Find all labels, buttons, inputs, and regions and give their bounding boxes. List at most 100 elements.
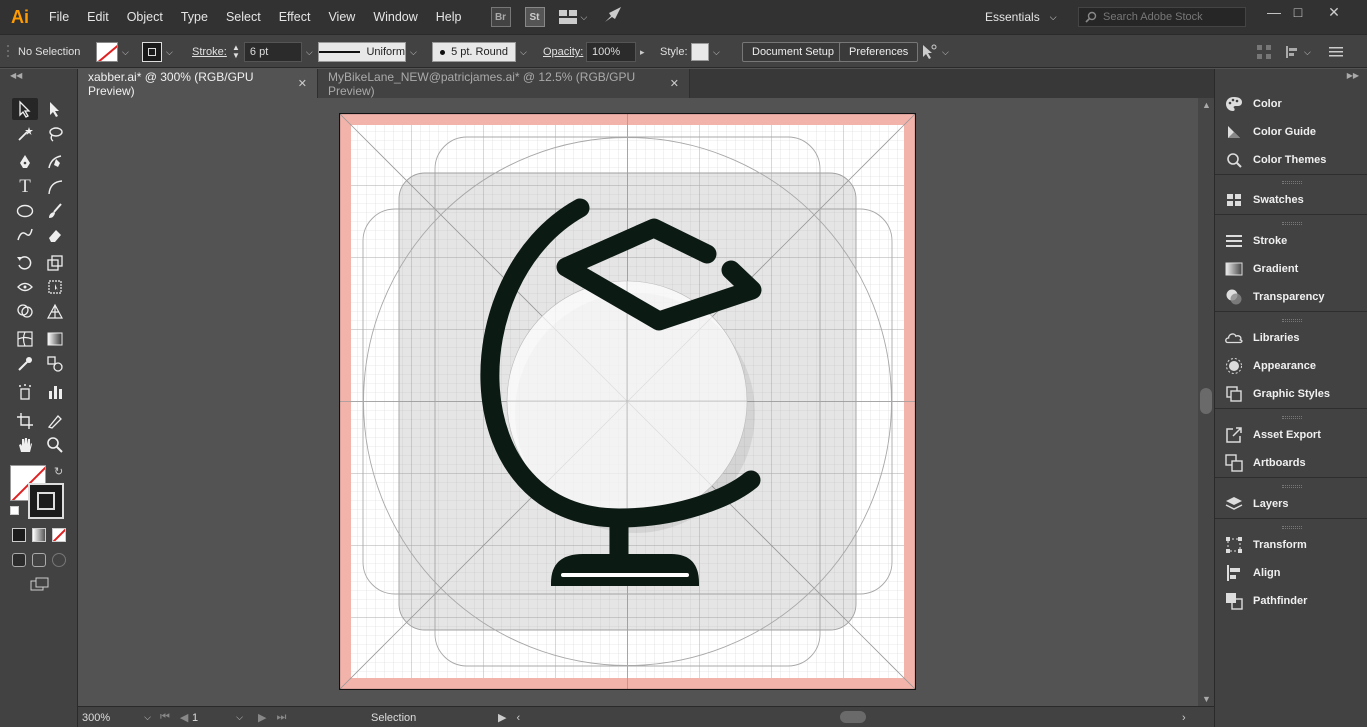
swap-fill-stroke-icon[interactable]: ↻ [54,465,63,478]
symbol-sprayer-tool-icon[interactable] [12,381,38,403]
variable-width-profile[interactable]: Uniform ⌵ [318,35,417,69]
maximize-icon[interactable]: □ [1280,0,1316,24]
scrollbar-thumb[interactable] [1200,388,1212,414]
scale-tool-icon[interactable] [42,252,68,274]
collapse-right-icon[interactable]: ▶▶ [1347,71,1359,80]
collapse-left-icon[interactable]: ◀◀ [10,71,22,80]
stroke-weight-control[interactable]: ▲ ▼ 6 pt ⌵ [232,35,313,69]
chevron-left-icon[interactable]: ‹ [516,712,520,724]
opacity-field[interactable]: 100% [586,42,636,62]
close-icon[interactable]: ✕ [1316,0,1352,24]
panel-appearance[interactable]: Appearance [1215,352,1367,380]
gradient-mode-icon[interactable] [32,528,46,542]
panel-swatches[interactable]: Swatches [1215,186,1367,214]
workspace-switcher[interactable]: Essentials ⌵ [985,0,1057,34]
lasso-tool-icon[interactable] [42,123,68,145]
slice-tool-icon[interactable] [42,410,68,432]
chevron-right-icon[interactable]: › [1182,707,1186,727]
preferences-button[interactable]: Preferences [839,42,919,62]
menu-view[interactable]: View [319,0,364,34]
panel-transparency[interactable]: Transparency [1215,283,1367,311]
previous-artboard-icon[interactable]: ◀ [180,711,188,724]
eraser-tool-icon[interactable] [42,224,68,246]
hand-tool-icon[interactable] [12,434,38,456]
chevron-right-icon[interactable]: ▸ [640,47,645,58]
chevron-down-icon[interactable]: ⌵ [144,712,151,723]
arrange-documents-button[interactable]: ⌵ [558,10,587,24]
panel-transform[interactable]: Transform [1215,531,1367,559]
fill-control[interactable]: ⌵ [96,35,129,69]
draw-normal-icon[interactable] [12,553,26,567]
panel-color-themes[interactable]: Color Themes [1215,146,1367,174]
next-artboard-icon[interactable]: ▶ [258,711,266,724]
panel-layers[interactable]: Layers [1215,490,1367,518]
vertical-scrollbar[interactable]: ▲ ▼ [1198,98,1214,706]
paintbrush-tool-icon[interactable] [42,200,68,222]
graphic-style-swatch[interactable] [691,43,709,61]
stock-button[interactable]: St [524,7,545,27]
color-mode-icon[interactable] [12,528,26,542]
artboard-tool-icon[interactable] [12,410,38,432]
stroke-label[interactable]: Stroke: [192,46,227,58]
document-setup-button[interactable]: Document Setup [742,42,844,62]
chevron-down-icon[interactable]: ⌵ [166,47,173,58]
default-fill-stroke-icon[interactable] [10,506,19,515]
hamburger-menu-icon[interactable] [1328,46,1343,58]
pen-tool-icon[interactable] [12,151,38,173]
panel-align[interactable]: Align [1215,559,1367,587]
type-tool-icon[interactable]: T [12,176,38,198]
canvas-area[interactable] [78,98,1198,706]
curvature-tool-icon[interactable] [42,151,68,173]
chevron-down-icon[interactable]: ⌵ [1304,47,1311,58]
menu-object[interactable]: Object [118,0,172,34]
horizontal-scroll-thumb[interactable] [840,711,866,723]
close-icon[interactable]: ✕ [670,77,679,90]
panel-color[interactable]: Color [1215,90,1367,118]
panel-asset-export[interactable]: Asset Export [1215,421,1367,449]
chevron-down-icon[interactable]: ⌵ [713,47,720,58]
ellipse-tool-icon[interactable] [12,200,38,222]
stock-search-field[interactable]: Search Adobe Stock [1078,7,1246,27]
panel-grip[interactable] [1215,482,1367,490]
panel-grip[interactable] [1215,413,1367,421]
chevron-down-icon[interactable]: ▼ [1202,694,1211,704]
opacity-control[interactable]: 100% ▸ [586,35,645,69]
column-graph-tool-icon[interactable] [42,381,68,403]
panel-grip[interactable] [1215,178,1367,186]
tab-mybikelane[interactable]: MyBikeLane_NEW@patricjames.ai* @ 12.5% (… [318,69,690,98]
rocket-icon[interactable] [603,6,623,29]
line-segment-tool-icon[interactable] [42,176,68,198]
artboard-number-control[interactable]: 1 ⌵ [192,707,243,727]
first-artboard-icon[interactable]: ⏮ [160,711,170,724]
none-mode-icon[interactable] [52,528,66,542]
panel-gradient[interactable]: Gradient [1215,255,1367,283]
panel-libraries[interactable]: Libraries [1215,324,1367,352]
chevron-down-icon[interactable]: ⌵ [942,47,949,58]
width-tool-icon[interactable] [12,276,38,298]
tab-xabber[interactable]: xabber.ai* @ 300% (RGB/GPU Preview) ✕ [78,69,318,98]
screen-mode-icon[interactable] [30,577,50,591]
artboard-nav-forward[interactable]: ▶ ⏭ [258,707,286,727]
selection-tool-icon[interactable] [12,98,38,120]
gradient-tool-icon[interactable] [42,328,68,350]
last-artboard-icon[interactable]: ⏭ [276,711,286,724]
fill-none-swatch[interactable] [96,42,118,62]
menu-select[interactable]: Select [217,0,270,34]
shaper-tool-icon[interactable] [12,224,38,246]
chevron-down-icon[interactable]: ⌵ [306,47,313,58]
artboard-nav-back[interactable]: ⏮ ◀ [160,707,188,727]
artboard[interactable] [339,113,916,690]
horizontal-scroll-left[interactable]: ▶ ‹ [498,707,520,727]
close-icon[interactable]: ✕ [298,77,307,90]
chevron-up-icon[interactable]: ▲ [1202,100,1211,110]
menu-window[interactable]: Window [364,0,426,34]
menu-edit[interactable]: Edit [78,0,118,34]
perspective-grid-tool-icon[interactable] [42,300,68,322]
stroke-color-swatch[interactable] [142,42,162,62]
opacity-label[interactable]: Opacity: [543,46,583,58]
stepper-icon[interactable]: ▲ ▼ [232,44,240,60]
menu-file[interactable]: File [40,0,78,34]
chevron-down-icon[interactable]: ⌵ [520,47,527,58]
rotate-tool-icon[interactable] [12,252,38,274]
magic-wand-tool-icon[interactable] [12,123,38,145]
